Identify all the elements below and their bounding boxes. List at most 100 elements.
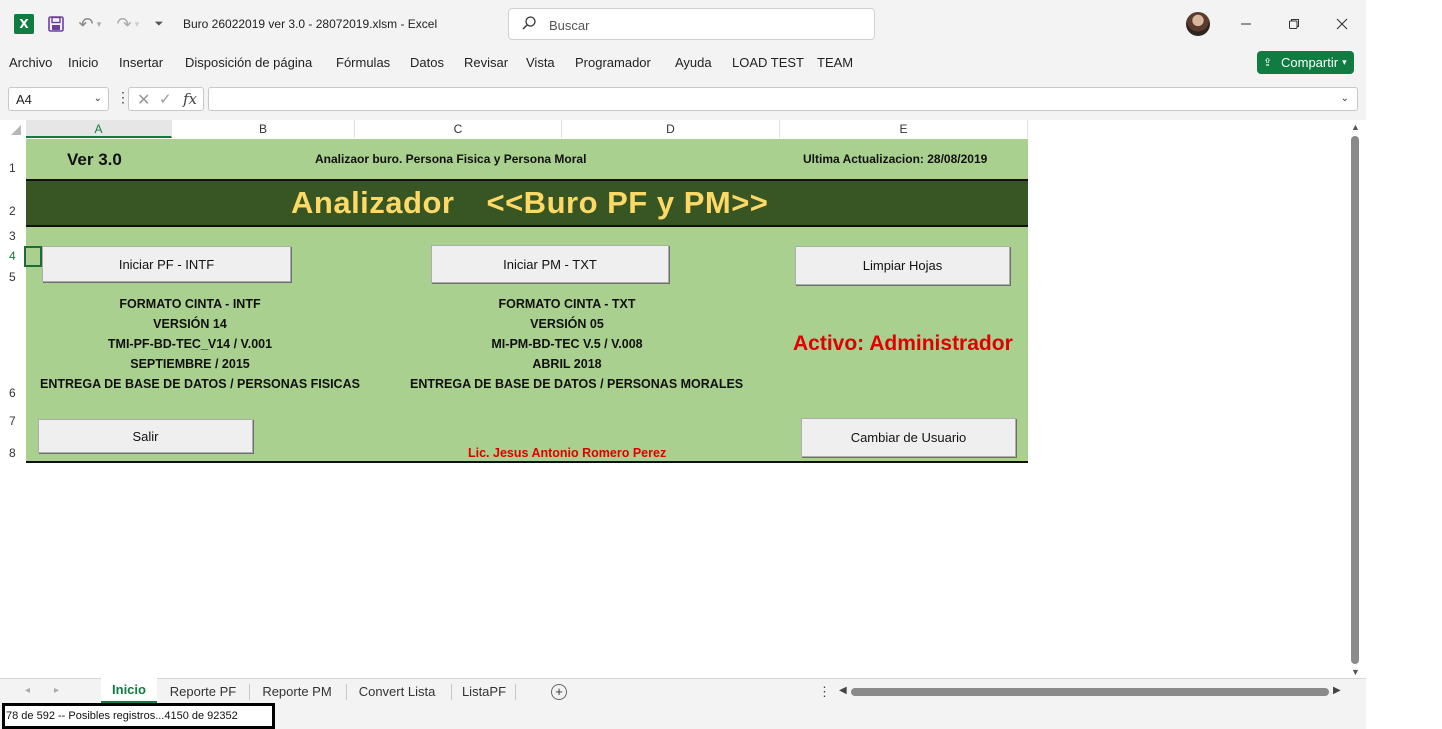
name-box[interactable]: A4 ⌄: [8, 87, 109, 111]
close-icon[interactable]: [1332, 14, 1352, 34]
minimize-icon[interactable]: [1236, 14, 1256, 34]
tab-next-icon[interactable]: ▸: [54, 685, 59, 696]
row-header-6[interactable]: 6: [0, 386, 25, 400]
name-box-value: A4: [16, 92, 32, 107]
scroll-left-icon[interactable]: ◀: [839, 685, 847, 696]
share-icon: ⇪: [1263, 57, 1273, 69]
menu-team[interactable]: TEAM: [817, 55, 853, 70]
cancel-icon[interactable]: ✕: [137, 90, 150, 110]
menu-vista[interactable]: Vista: [526, 55, 555, 70]
add-sheet-icon[interactable]: +: [551, 684, 567, 700]
search-input[interactable]: [549, 15, 849, 35]
status-message: 78 de 592 -- Posibles registros...4150 d…: [6, 710, 238, 722]
tab-separator: [346, 684, 347, 700]
pm-info-line: ABRIL 2018: [532, 357, 602, 371]
tab-separator: [249, 684, 250, 700]
pf-info-line: FORMATO CINTA - INTF: [119, 297, 261, 311]
sheet-subtitle: Analizaor buro. Persona Fisica y Persona…: [315, 152, 587, 166]
scroll-up-icon[interactable]: ▲: [1351, 122, 1360, 132]
tab-convert-lista[interactable]: Convert Lista: [352, 678, 442, 704]
row-header-4[interactable]: 4: [0, 249, 25, 263]
sheet-title-right: <<Buro PF y PM>>: [486, 185, 769, 220]
pm-info-line: VERSIÓN 05: [530, 317, 604, 331]
menu-archivo[interactable]: Archivo: [9, 55, 52, 70]
tab-separator: [451, 684, 452, 700]
undo-dropdown-icon[interactable]: ▾: [94, 14, 104, 34]
sheet-title: Analizador <<Buro PF y PM>>: [291, 185, 768, 221]
sheet-title-left: Analizador: [291, 185, 455, 220]
tab-reporte-pf[interactable]: Reporte PF: [162, 678, 244, 704]
horizontal-scroll-thumb[interactable]: [851, 688, 1329, 696]
row-header-7[interactable]: 7: [0, 414, 25, 428]
share-label: Compartir: [1281, 55, 1339, 70]
formula-input[interactable]: ⌄: [208, 87, 1358, 111]
more-options-icon[interactable]: ⋮: [818, 684, 831, 700]
menu-disposicion[interactable]: Disposición de página: [185, 55, 312, 70]
redo-icon[interactable]: ↷: [114, 14, 134, 34]
column-header-b[interactable]: B: [172, 120, 355, 138]
pf-info-line: ENTREGA DE BASE DE DATOS / PERSONAS FISI…: [40, 377, 360, 391]
row-header-3[interactable]: 3: [0, 229, 25, 243]
search-box[interactable]: [508, 8, 875, 40]
limpiar-hojas-button[interactable]: Limpiar Hojas: [795, 246, 1010, 285]
vertical-scroll-thumb[interactable]: [1351, 136, 1359, 664]
avatar[interactable]: [1186, 12, 1210, 36]
menu-programador[interactable]: Programador: [575, 55, 651, 70]
menu-inicio[interactable]: Inicio: [68, 55, 98, 70]
pf-info-line: VERSIÓN 14: [153, 317, 227, 331]
author-label: Lic. Jesus Antonio Romero Perez: [468, 446, 667, 460]
pm-info-line: FORMATO CINTA - TXT: [498, 297, 636, 311]
check-icon[interactable]: ✓: [159, 90, 172, 108]
active-cell[interactable]: [24, 246, 42, 267]
formula-actions: ✕ ✓ fx: [128, 87, 204, 111]
pf-info-line: SEPTIEMBRE / 2015: [130, 357, 250, 371]
select-all-icon: [11, 125, 21, 135]
menu-formulas[interactable]: Fórmulas: [336, 55, 390, 70]
last-update-label: Ultima Actualizacion: 28/08/2019: [803, 152, 988, 166]
share-button[interactable]: ⇪ Compartir ▾: [1257, 51, 1354, 74]
tab-separator: [515, 684, 516, 700]
row-header-1[interactable]: 1: [0, 161, 25, 175]
menu-insertar[interactable]: Insertar: [119, 55, 163, 70]
scroll-right-icon[interactable]: ▶: [1333, 685, 1341, 696]
tab-prev-icon[interactable]: ◂: [25, 685, 30, 696]
desktop-background: [1366, 0, 1442, 729]
menu-ayuda[interactable]: Ayuda: [675, 55, 712, 70]
iniciar-pf-button[interactable]: Iniciar PF - INTF: [42, 246, 291, 282]
row-header-2[interactable]: 2: [0, 204, 25, 218]
redo-dropdown-icon[interactable]: ▾: [132, 14, 142, 34]
tab-reporte-pm[interactable]: Reporte PM: [253, 678, 341, 704]
salir-button[interactable]: Salir: [38, 419, 253, 453]
menu-revisar[interactable]: Revisar: [464, 55, 508, 70]
chevron-down-icon: ▾: [1342, 57, 1347, 67]
iniciar-pm-button[interactable]: Iniciar PM - TXT: [431, 245, 669, 283]
excel-logo-icon: X: [14, 14, 34, 34]
cambiar-usuario-button[interactable]: Cambiar de Usuario: [801, 418, 1016, 457]
menu-datos[interactable]: Datos: [410, 55, 444, 70]
pm-info-line: MI-PM-BD-TEC V.5 / V.008: [491, 337, 643, 351]
column-header-d[interactable]: D: [562, 120, 780, 138]
column-header-e[interactable]: E: [780, 120, 1028, 138]
column-header-c[interactable]: C: [355, 120, 562, 138]
row-header-8[interactable]: 8: [0, 446, 25, 460]
save-icon[interactable]: [46, 14, 66, 34]
column-header-a[interactable]: A: [26, 120, 172, 138]
row-header-5[interactable]: 5: [0, 270, 25, 284]
menu-load-test[interactable]: LOAD TEST: [732, 55, 804, 70]
restore-icon[interactable]: [1284, 14, 1304, 34]
search-icon: [521, 15, 537, 31]
panel-bottom-border: [26, 461, 1028, 463]
tab-listapf[interactable]: ListaPF: [456, 678, 512, 704]
scroll-down-icon[interactable]: ▼: [1351, 667, 1360, 677]
pm-info-line: ENTREGA DE BASE DE DATOS / PERSONAS MORA…: [410, 377, 744, 391]
active-user-label: Activo: Administrador: [793, 332, 1013, 355]
pf-info-line: TMI-PF-BD-TEC_V14 / V.001: [107, 337, 273, 351]
tab-inicio[interactable]: Inicio: [101, 678, 157, 704]
version-label: Ver 3.0: [67, 150, 122, 169]
customize-toolbar-icon[interactable]: ⏷: [152, 14, 166, 34]
expand-formula-icon[interactable]: ⌄: [1341, 93, 1349, 104]
insert-function-icon[interactable]: fx: [183, 90, 197, 108]
chevron-down-icon[interactable]: ⌄: [94, 93, 102, 104]
document-title: Buro 26022019 ver 3.0 - 28072019.xlsm - …: [183, 17, 438, 31]
undo-icon[interactable]: ↶: [76, 14, 96, 34]
